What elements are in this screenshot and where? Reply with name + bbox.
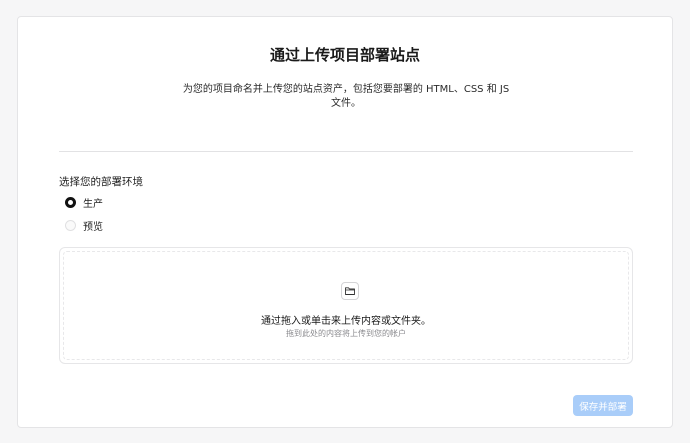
upload-title-mid: 或 <box>381 316 391 327</box>
radio-button-checked[interactable] <box>65 196 76 208</box>
folder-icon[interactable] <box>341 282 359 300</box>
deploy-card: 通过上传项目部署站点 为您的项目命名并上传您的站点资产，包括您要部署的 HTML… <box>17 16 673 428</box>
upload-title-suffix: 。 <box>421 316 431 327</box>
radio-button-unchecked[interactable] <box>65 219 76 231</box>
divider <box>59 151 633 152</box>
upload-title-prefix: 通过拖入或单击来上传 <box>261 316 361 327</box>
radio-option-production[interactable]: 生产 <box>65 195 103 210</box>
upload-subtitle: 拖到此处的内容将上传到您的帐户 <box>286 329 406 338</box>
upload-folder-link[interactable]: 文件夹 <box>391 316 421 327</box>
radio-option-preview[interactable]: 预览 <box>65 218 103 233</box>
upload-content-link[interactable]: 内容 <box>361 316 381 327</box>
page-description: 为您的项目命名并上传您的站点资产，包括您要部署的 HTML、CSS 和 JS 文… <box>182 84 510 109</box>
upload-title: 通过拖入或单击来上传内容或文件夹。 <box>64 312 628 327</box>
upload-dropzone[interactable]: 通过拖入或单击来上传内容或文件夹。 拖到此处的内容将上传到您的帐户 <box>59 247 633 364</box>
save-and-deploy-button[interactable]: 保存并部署 <box>573 395 633 416</box>
environment-label: 选择您的部署环境 <box>59 176 143 188</box>
upload-dropzone-inner[interactable]: 通过拖入或单击来上传内容或文件夹。 拖到此处的内容将上传到您的帐户 <box>63 251 629 360</box>
radio-label-production: 生产 <box>83 198 103 210</box>
page-title: 通过上传项目部署站点 <box>269 46 420 64</box>
radio-label-preview: 预览 <box>83 221 103 233</box>
